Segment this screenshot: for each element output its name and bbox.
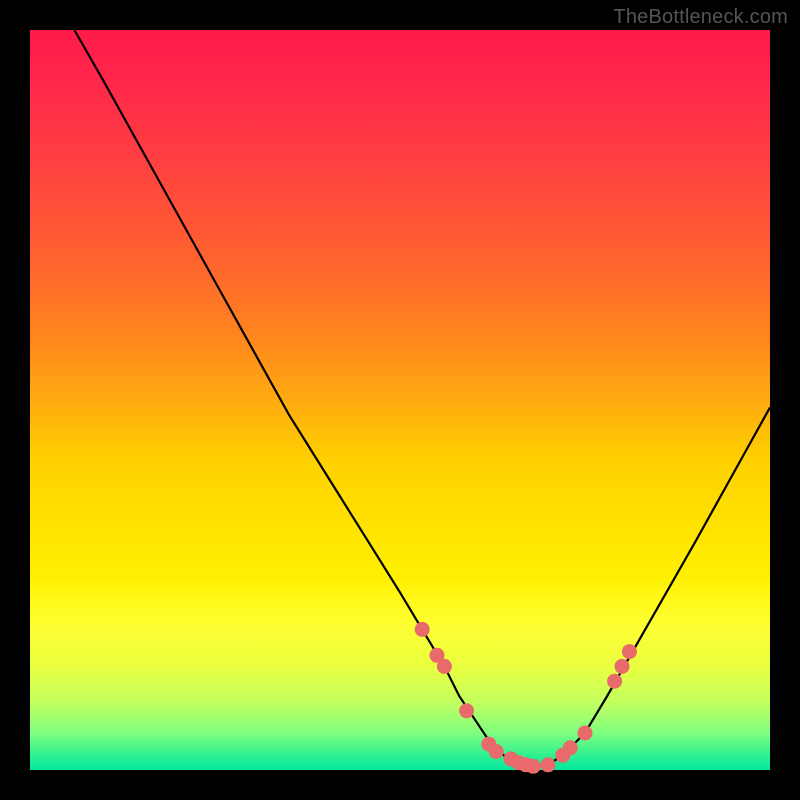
chart-marker bbox=[541, 757, 556, 772]
chart-svg bbox=[30, 30, 770, 770]
chart-plot-area bbox=[30, 30, 770, 770]
watermark-text: TheBottleneck.com bbox=[613, 6, 788, 29]
bottleneck-curve bbox=[74, 30, 770, 766]
chart-marker bbox=[563, 740, 578, 755]
chart-marker bbox=[578, 726, 593, 741]
chart-marker bbox=[607, 674, 622, 689]
chart-marker bbox=[489, 744, 504, 759]
chart-marker bbox=[459, 703, 474, 718]
chart-markers bbox=[415, 622, 637, 774]
chart-marker bbox=[437, 659, 452, 674]
chart-marker bbox=[615, 659, 630, 674]
chart-marker bbox=[415, 622, 430, 637]
chart-marker bbox=[622, 644, 637, 659]
chart-marker bbox=[526, 759, 541, 774]
